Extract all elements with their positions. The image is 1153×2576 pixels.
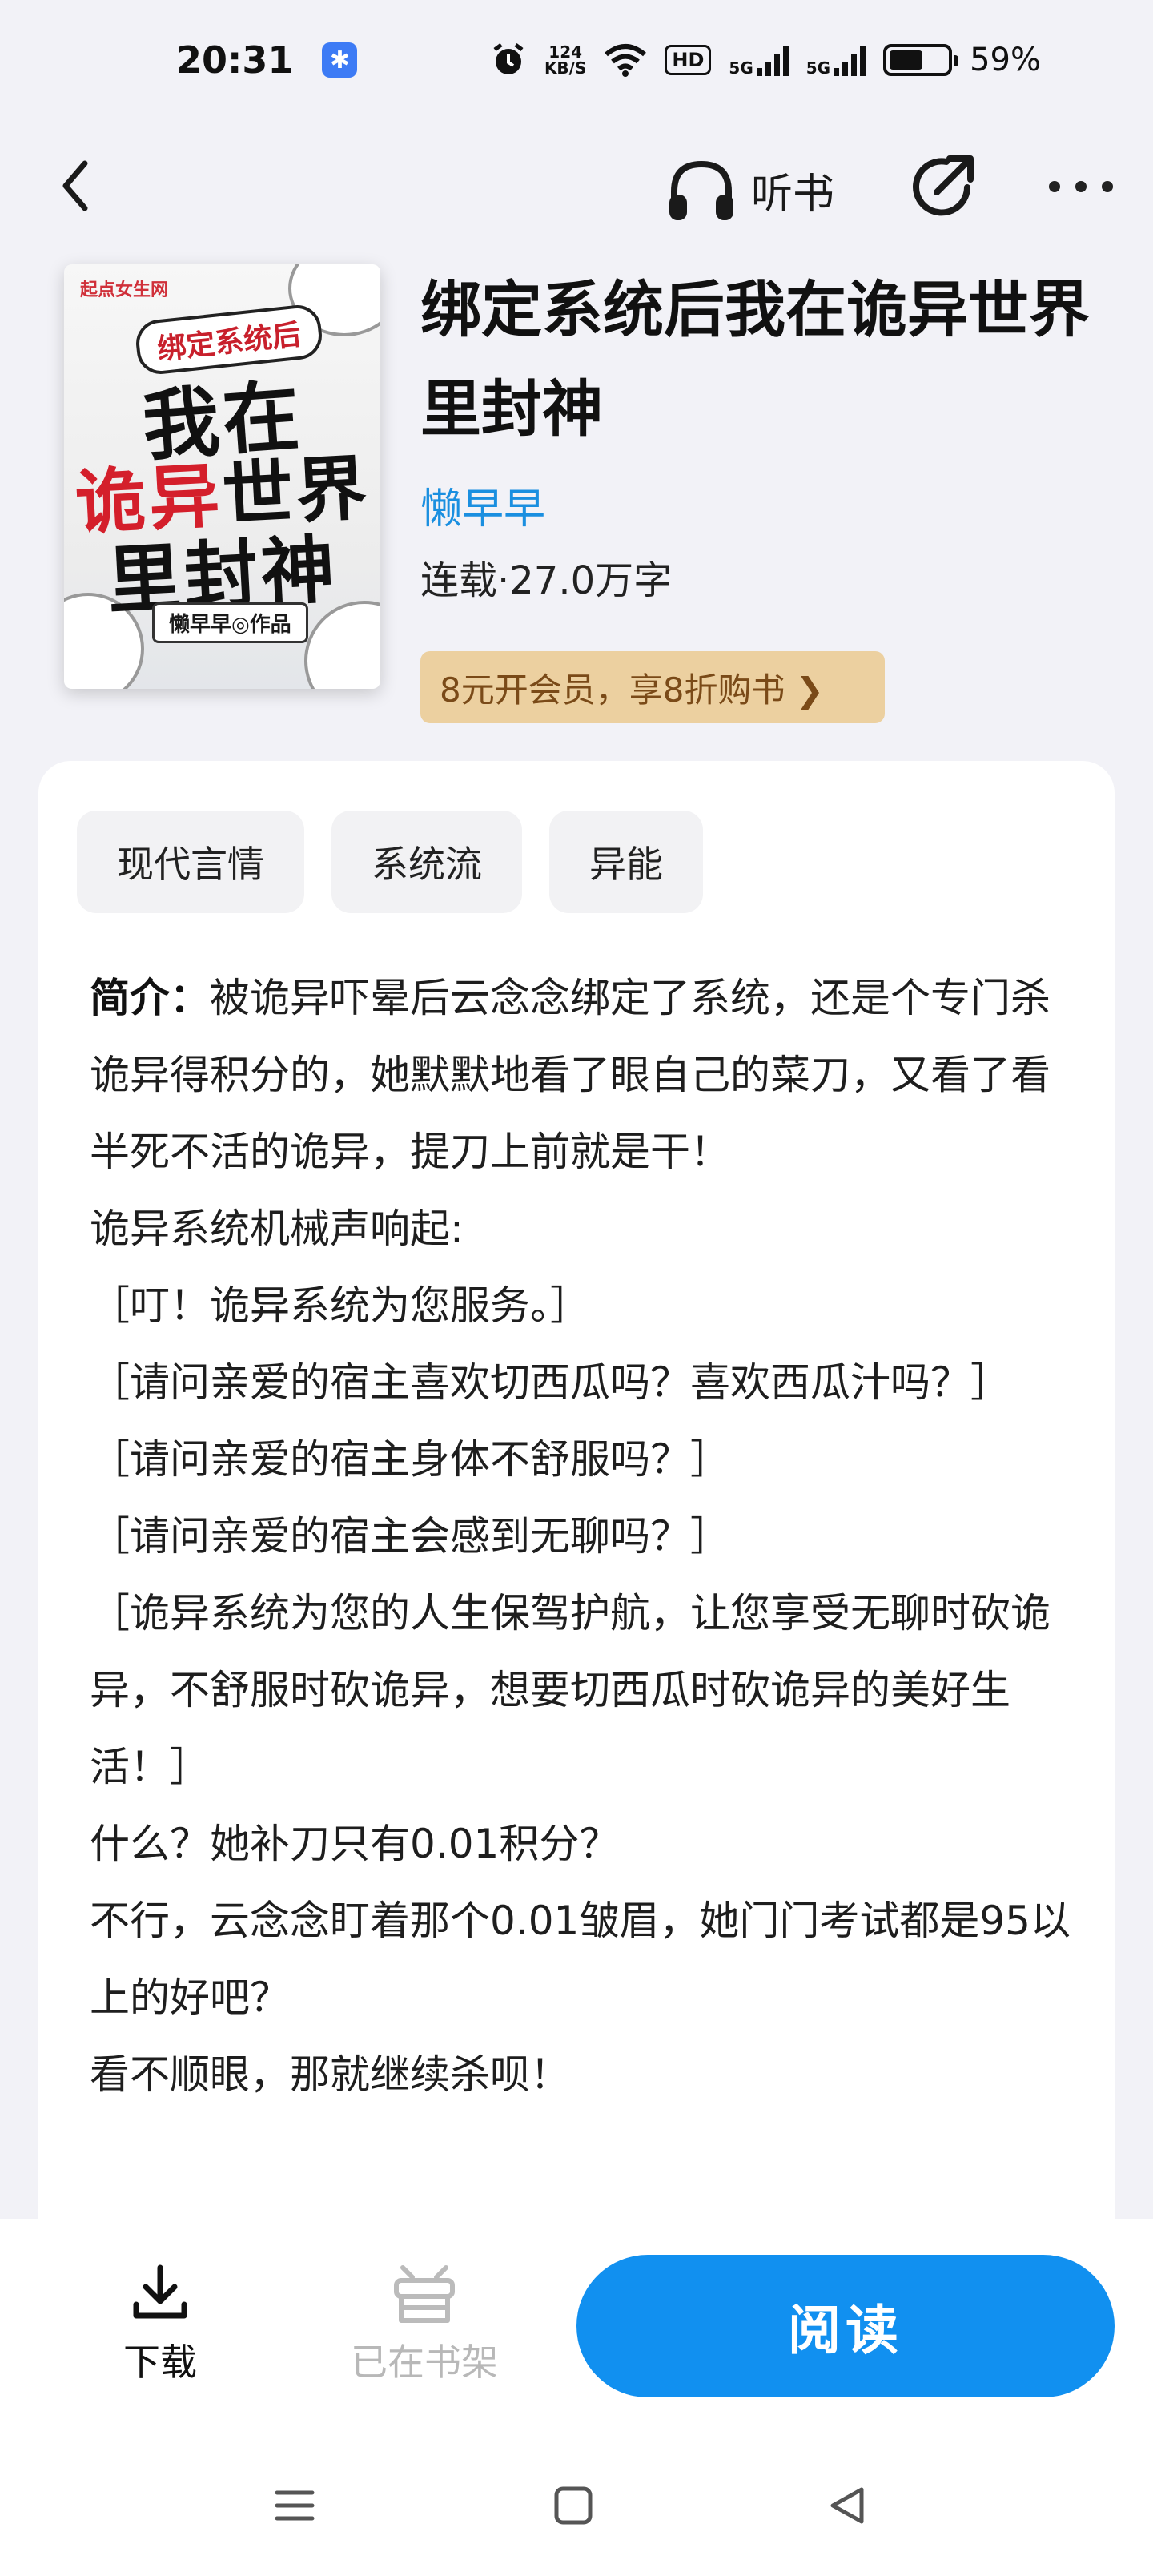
net-speed-unit: KB/S (544, 58, 587, 78)
listen-label: 听书 (751, 170, 835, 219)
signal-5g-2: 5G (806, 44, 866, 76)
battery-icon (883, 44, 959, 76)
more-dot-icon (1049, 181, 1060, 192)
network-type-1: 5G (729, 58, 753, 78)
alarm-icon (493, 43, 524, 74)
book-header: 起点女生网 绑定系统后 我在 诡异世界 里封神 懒早早◎作品 绑定系统后我在诡异… (0, 260, 1153, 733)
synopsis-paragraph: ［请问亲爱的宿主会感到无聊吗？］ (90, 1513, 730, 1560)
download-label: 下载 (123, 2341, 197, 2384)
more-options-button[interactable] (1049, 159, 1113, 215)
status-indicators: 124 KB/S HD 5G 5G 59% (490, 42, 1041, 78)
bookshelf-button[interactable]: 已在书架 (344, 2263, 504, 2386)
battery-fill (890, 50, 923, 70)
app-notification-icon: ✱ (322, 42, 358, 78)
synopsis-paragraph: 诡异系统机械声响起: (90, 1205, 464, 1252)
book-cover[interactable]: 起点女生网 绑定系统后 我在 诡异世界 里封神 懒早早◎作品 (64, 264, 380, 689)
synopsis-paragraph: 不行，云念念盯着那个0.01皱眉，她门门考试都是95以上的好吧？ (90, 1898, 1071, 2021)
more-dot-icon (1102, 181, 1113, 192)
net-speed-value: 124 (548, 42, 583, 62)
book-meta: 连载·27.0万字 (420, 558, 673, 603)
synopsis: 简介：被诡异吓晕后云念念绑定了系统，还是个专门杀诡异得积分的，她默默地看了眼自己… (90, 960, 1075, 2113)
system-navigation-bar (0, 2467, 1153, 2555)
share-button[interactable] (905, 151, 978, 224)
signal-bars-icon (834, 44, 866, 76)
home-nav-button[interactable] (551, 2483, 596, 2531)
cover-publisher: 起点女生网 (80, 280, 169, 300)
headphones-icon (669, 160, 733, 220)
network-type-2: 5G (805, 58, 831, 78)
signal-5g-1: 5G (729, 44, 789, 78)
menu-nav-button[interactable] (272, 2483, 317, 2531)
status-time: 20:31 (176, 38, 294, 82)
book-title: 绑定系统后我在诡异世界里封神 (420, 274, 1090, 445)
synopsis-paragraph: 简介：被诡异吓晕后云念念绑定了系统，还是个专门杀诡异得积分的，她默默地看了眼自己… (90, 960, 1075, 1190)
back-button[interactable] (48, 154, 112, 218)
synopsis-label-colon: ： (170, 975, 210, 1021)
tag-system[interactable]: 系统流 (331, 811, 522, 913)
listen-button[interactable]: 听书 (665, 154, 834, 226)
tag-modern-romance[interactable]: 现代言情 (77, 811, 304, 913)
download-icon (133, 2264, 187, 2319)
synopsis-label: 简介 (90, 975, 170, 1021)
battery-percent: 59% (970, 42, 1041, 78)
home-square-icon (554, 2486, 593, 2525)
menu-icon (275, 2490, 315, 2521)
status-bar: 20:31 ✱ 124 KB/S HD 5G 5G 59% (0, 0, 1153, 120)
book-author-link[interactable]: 懒早早 (420, 475, 545, 535)
tag-list: 现代言情 系统流 异能 (77, 811, 703, 913)
signal-bars-icon (756, 44, 789, 76)
back-triangle-icon (830, 2487, 864, 2524)
more-dot-icon (1075, 181, 1087, 192)
download-button[interactable]: 下载 (104, 2263, 216, 2386)
wifi-icon (605, 44, 647, 77)
hd-voice-badge: HD (665, 45, 712, 75)
bottom-action-bar: 下载 已在书架 阅读 (0, 2219, 1153, 2576)
book-detail-card: 现代言情 系统流 异能 简介：被诡异吓晕后云念念绑定了系统，还是个专门杀诡异得积… (38, 761, 1115, 2283)
synopsis-text: 被诡异吓晕后云念念绑定了系统，还是个专门杀诡异得积分的，她默默地看了眼自己的菜刀… (90, 975, 1051, 1175)
tag-superpower[interactable]: 异能 (549, 811, 703, 913)
synopsis-paragraph: ［请问亲爱的宿主身体不舒服吗？］ (90, 1436, 730, 1483)
back-nav-button[interactable] (825, 2483, 870, 2531)
net-speed-indicator: 124 KB/S (544, 44, 586, 76)
bookshelf-icon (394, 2265, 455, 2323)
read-button[interactable]: 阅读 (576, 2255, 1115, 2397)
synopsis-paragraph: ［诡异系统为您的人生保驾护航，让您享受无聊时砍诡异，不舒服时砍诡异，想要切西瓜时… (90, 1590, 1051, 1790)
share-icon (913, 155, 974, 216)
chevron-left-icon (62, 160, 88, 211)
bookshelf-label: 已在书架 (351, 2341, 498, 2384)
synopsis-paragraph: ［叮！诡异系统为您服务。］ (90, 1282, 590, 1329)
synopsis-paragraph: 什么？她补刀只有0.01积分？ (90, 1821, 620, 1867)
vip-membership-banner[interactable]: 8元开会员，享8折购书 ❯ (420, 651, 885, 723)
synopsis-paragraph: 看不顺眼，那就继续杀呗！ (90, 2051, 570, 2098)
top-nav: 听书 (0, 136, 1153, 240)
synopsis-paragraph: ［请问亲爱的宿主喜欢切西瓜吗？喜欢西瓜汁吗？］ (90, 1359, 1010, 1406)
cover-author-tag: 懒早早◎作品 (152, 602, 308, 643)
